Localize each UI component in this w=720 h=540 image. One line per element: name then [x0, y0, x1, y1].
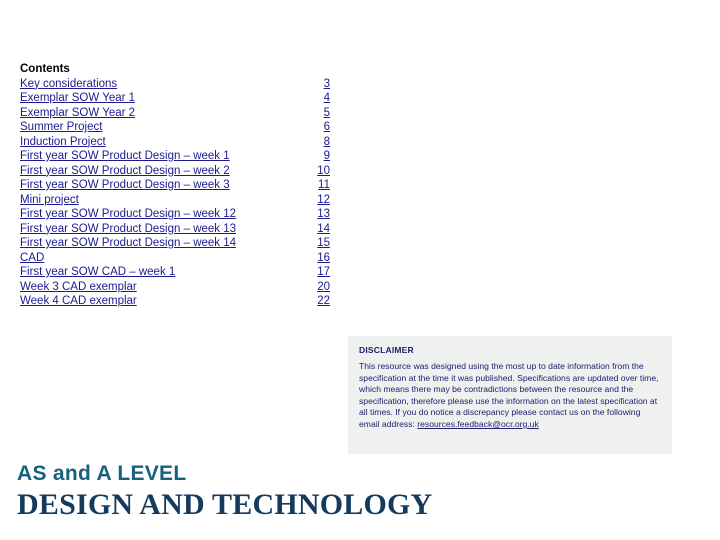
- toc-entry[interactable]: Week 4 CAD exemplar 22: [20, 294, 330, 309]
- toc-entry[interactable]: Mini project 12: [20, 193, 330, 208]
- toc-entry-label[interactable]: First year SOW Product Design – week 1: [20, 150, 230, 162]
- disclaimer-title: DISCLAIMER: [359, 345, 414, 355]
- toc-entry-page[interactable]: 22: [317, 294, 330, 309]
- toc-entry-page[interactable]: 15: [317, 236, 330, 251]
- disclaimer-email-link[interactable]: resources.feedback@ocr.org.uk: [417, 419, 538, 429]
- toc-entry-label[interactable]: First year SOW Product Design – week 3: [20, 179, 230, 191]
- toc-entry[interactable]: First year SOW Product Design – week 2 1…: [20, 164, 330, 179]
- toc-entry-page[interactable]: 6: [324, 120, 330, 135]
- toc-entry[interactable]: Key considerations 3: [20, 77, 330, 92]
- brand-subject-title: DESIGN AND TECHNOLOGY: [17, 488, 433, 521]
- toc-entry-page[interactable]: 5: [324, 106, 330, 121]
- toc-entry[interactable]: Exemplar SOW Year 1 4: [20, 91, 330, 106]
- toc-entry[interactable]: Induction Project 8: [20, 135, 330, 150]
- toc-entry-page[interactable]: 17: [317, 265, 330, 280]
- toc-entry-label[interactable]: Mini project: [20, 194, 79, 206]
- toc-entry-page[interactable]: 11: [318, 178, 330, 193]
- toc-entry-page[interactable]: 10: [317, 164, 330, 179]
- toc-entry[interactable]: First year SOW Product Design – week 3 1…: [20, 178, 330, 193]
- toc-entry-page[interactable]: 3: [324, 77, 330, 92]
- toc-entry[interactable]: First year SOW Product Design – week 13 …: [20, 222, 330, 237]
- toc-entry-label[interactable]: Week 3 CAD exemplar: [20, 281, 137, 293]
- toc-entry-page[interactable]: 16: [317, 251, 330, 266]
- toc-entry[interactable]: First year SOW Product Design – week 1 9: [20, 149, 330, 164]
- toc-entry-label[interactable]: Exemplar SOW Year 2: [20, 107, 135, 119]
- toc-entry[interactable]: Summer Project 6: [20, 120, 330, 135]
- toc-entry[interactable]: First year SOW Product Design – week 12 …: [20, 207, 330, 222]
- disclaimer-body: This resource was designed using the mos…: [359, 361, 661, 431]
- toc-entry[interactable]: Week 3 CAD exemplar 20: [20, 280, 330, 295]
- toc-entry-label[interactable]: CAD: [20, 252, 44, 264]
- toc-entry-label[interactable]: Exemplar SOW Year 1: [20, 92, 135, 104]
- contents-heading: Contents: [20, 63, 70, 75]
- toc-entry-page[interactable]: 4: [324, 91, 330, 106]
- brand-qualification-level: AS and A LEVEL: [17, 462, 187, 485]
- toc-entry-label[interactable]: Summer Project: [20, 121, 102, 133]
- toc-entry-page[interactable]: 20: [317, 280, 330, 295]
- toc-entry[interactable]: First year SOW CAD – week 1 17: [20, 265, 330, 280]
- toc-entry-label[interactable]: First year SOW Product Design – week 14: [20, 237, 236, 249]
- toc-entry-label[interactable]: Week 4 CAD exemplar: [20, 295, 137, 307]
- disclaimer-panel: DISCLAIMER This resource was designed us…: [348, 336, 672, 454]
- toc-entry-label[interactable]: First year SOW Product Design – week 2: [20, 165, 230, 177]
- footer-branding: AS and A LEVEL DESIGN AND TECHNOLOGY: [17, 461, 517, 522]
- toc-entry[interactable]: CAD 16: [20, 251, 330, 266]
- toc-entry[interactable]: Exemplar SOW Year 2 5: [20, 106, 330, 121]
- toc-entry-page[interactable]: 8: [324, 135, 330, 150]
- toc-entry-label[interactable]: First year SOW Product Design – week 13: [20, 223, 236, 235]
- toc-entry-label[interactable]: First year SOW CAD – week 1: [20, 266, 175, 278]
- toc-entry-page[interactable]: 9: [324, 149, 330, 164]
- toc-entry[interactable]: First year SOW Product Design – week 14 …: [20, 236, 330, 251]
- toc-entry-page[interactable]: 14: [317, 222, 330, 237]
- toc-entry-page[interactable]: 12: [317, 193, 330, 208]
- toc-entry-label[interactable]: First year SOW Product Design – week 12: [20, 208, 236, 220]
- toc-entry-page[interactable]: 13: [317, 207, 330, 222]
- table-of-contents: Contents Key considerations 3 Exemplar S…: [20, 62, 330, 309]
- toc-entry-label[interactable]: Key considerations: [20, 78, 117, 90]
- toc-entry-label[interactable]: Induction Project: [20, 136, 106, 148]
